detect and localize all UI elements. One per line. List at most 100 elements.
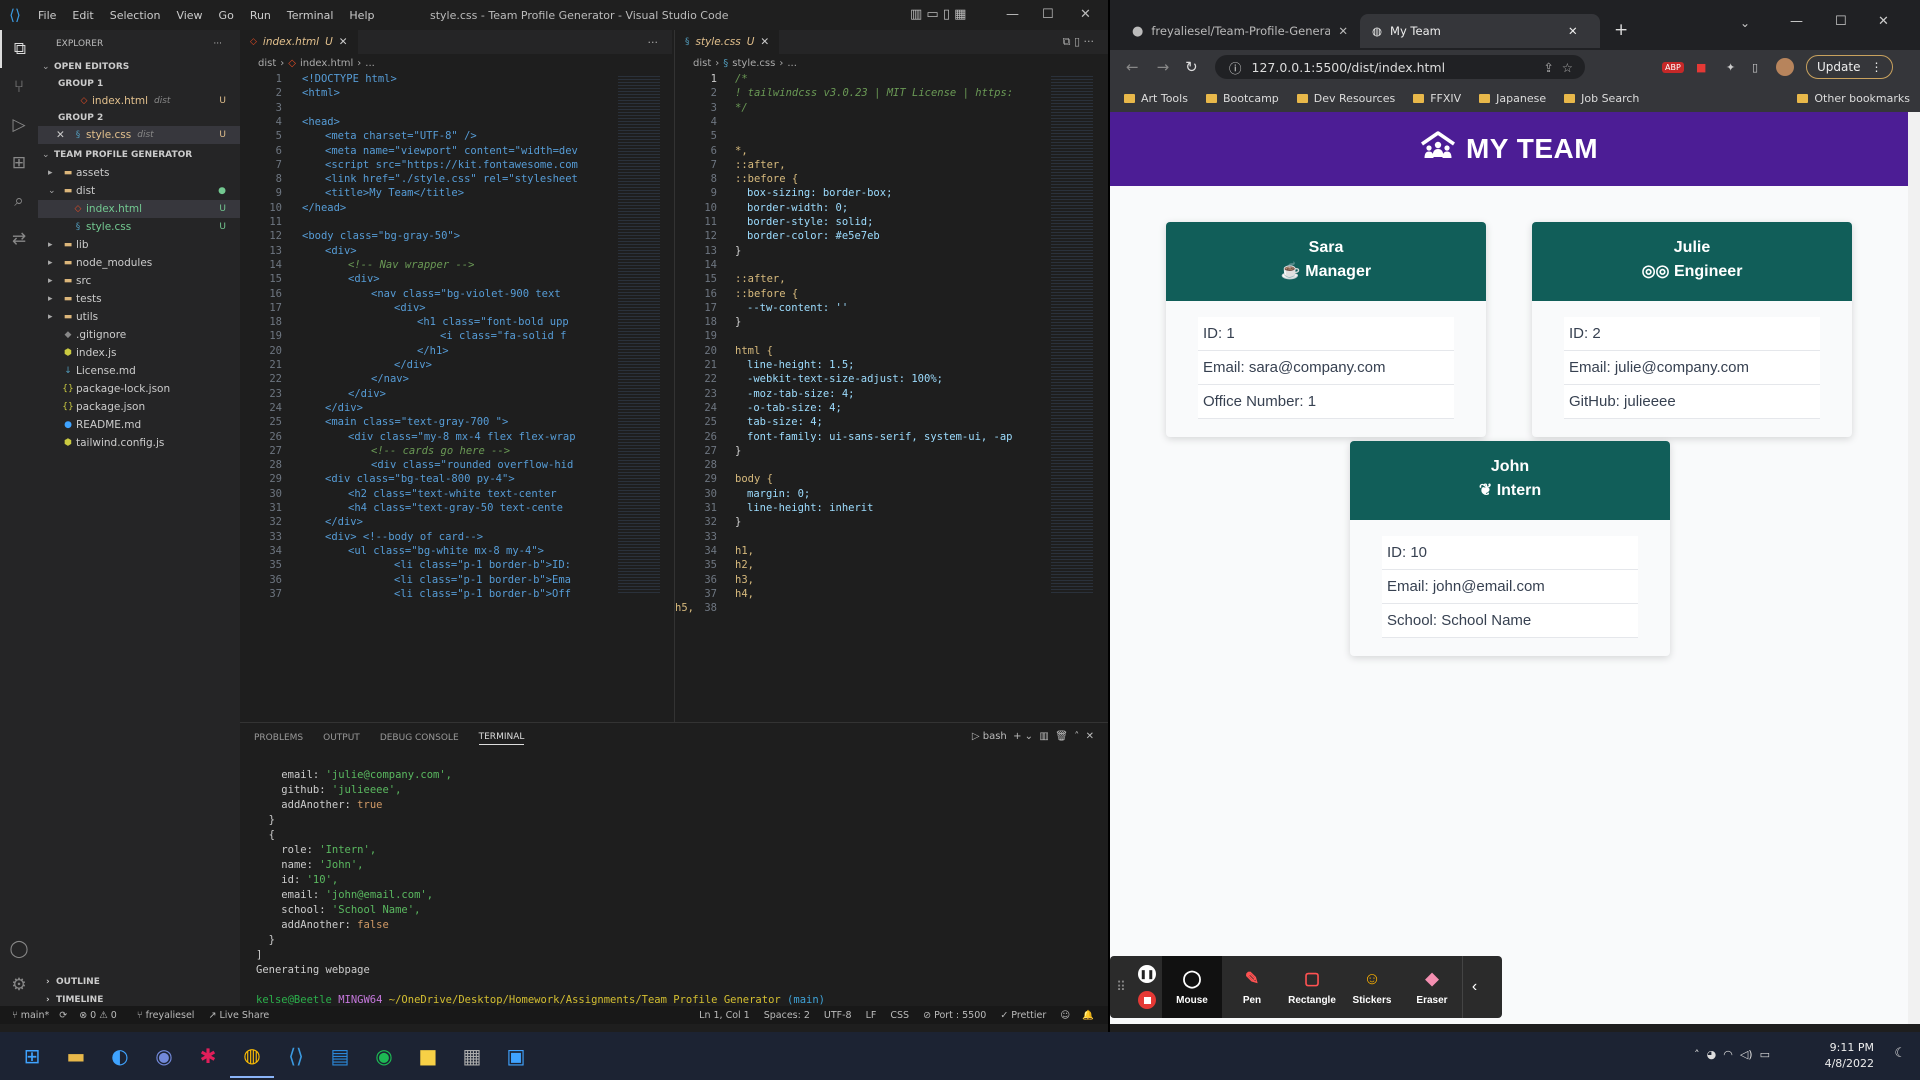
breadcrumb-item[interactable]: ...	[787, 58, 797, 69]
tree-item[interactable]: ⬢ tailwind.config.js	[38, 434, 240, 452]
menu-item[interactable]: Run	[250, 9, 271, 22]
breadcrumb-item[interactable]: index.html	[300, 58, 353, 69]
close-tab-icon[interactable]: ✕	[760, 36, 769, 48]
windows-start-icon[interactable]: ⊞	[10, 1034, 54, 1078]
page-scrollbar[interactable]	[1908, 112, 1920, 1024]
vscode-icon[interactable]: ⟨⟩	[274, 1034, 318, 1078]
eol-status[interactable]: LF	[866, 1010, 877, 1021]
bookmark-folder[interactable]: Japanese	[1479, 92, 1546, 105]
recorder-tool[interactable]: ◆ Eraser	[1402, 956, 1462, 1018]
extensions-icon[interactable]: ⊞	[0, 144, 38, 182]
share-bookmark-icons[interactable]: ⇪ ☆	[1543, 60, 1573, 75]
site-info-icon[interactable]: ⓘ	[1229, 58, 1242, 77]
update-button[interactable]: Update ⋮	[1806, 55, 1894, 79]
clock[interactable]: 9:11 PM 4/8/2022	[1825, 1040, 1874, 1072]
tree-item[interactable]: ◇ index.html U	[38, 200, 240, 218]
open-editor-index-html[interactable]: ◇ index.html dist U	[38, 92, 240, 110]
bookmark-folder[interactable]: Job Search	[1564, 92, 1639, 105]
layout-toggle-icon[interactable]: ▥ ▭ ▯ ▦	[910, 7, 966, 22]
spotify-icon[interactable]: ◉	[362, 1034, 406, 1078]
css-code-editor[interactable]: 1 /* 2 ! tailwindcss v3.0.23 | MIT License …	[675, 72, 1108, 720]
forward-icon[interactable]: →	[1157, 58, 1170, 76]
liveshare-status[interactable]: ↗ Live Share	[208, 1010, 269, 1021]
account-status[interactable]: ⑂ freyaliesel	[137, 1010, 195, 1021]
tree-item[interactable]: ↓ License.md	[38, 362, 240, 380]
file-explorer-icon[interactable]: ▬	[54, 1034, 98, 1078]
bookmark-folder[interactable]: Art Tools	[1124, 92, 1188, 105]
extension-icon[interactable]: ■	[1696, 61, 1706, 74]
sticky-notes-icon[interactable]: ■	[406, 1034, 450, 1078]
bookmark-folder[interactable]: FFXIV	[1413, 92, 1461, 105]
panel-tab[interactable]: PROBLEMS	[254, 733, 303, 743]
encoding-status[interactable]: UTF-8	[824, 1010, 852, 1021]
close-tab-icon[interactable]: ✕	[1338, 24, 1348, 38]
adblock-icon[interactable]: ABP	[1662, 61, 1684, 73]
slack-icon[interactable]: ✱	[186, 1034, 230, 1078]
menu-item[interactable]: Help	[349, 9, 374, 22]
port-status[interactable]: ⊘ Port : 5500	[923, 1010, 986, 1021]
more-actions-icon[interactable]: ···	[648, 36, 659, 49]
open-editor-style-css[interactable]: ✕ § style.css dist U	[38, 126, 240, 144]
pause-icon[interactable]: ❚❚	[1138, 965, 1156, 983]
menu-item[interactable]: Go	[219, 9, 234, 22]
panel-tab[interactable]: TERMINAL	[478, 732, 525, 745]
tab-index-html[interactable]: ◇ index.html U ✕	[240, 30, 358, 54]
browser-tab-github[interactable]: ● freyaliesel/Team-Profile-Generato ✕	[1120, 14, 1360, 48]
menu-item[interactable]: Selection	[110, 9, 161, 22]
menu-item[interactable]: Terminal	[287, 9, 334, 22]
panel-tab[interactable]: DEBUG CONSOLE	[380, 733, 459, 743]
breadcrumb-item[interactable]: dist	[693, 58, 711, 69]
open-editors-section[interactable]: ⌄ OPEN EDITORS	[38, 58, 240, 76]
recorder-tool[interactable]: ◯ Mouse	[1162, 956, 1222, 1018]
collapse-chevron-icon[interactable]: ‹	[1462, 956, 1486, 1018]
stop-icon[interactable]	[1138, 991, 1156, 1009]
menu-item[interactable]: File	[38, 9, 56, 22]
breadcrumb-item[interactable]: ...	[365, 58, 375, 69]
feedback-icon[interactable]: ☺	[1060, 1010, 1070, 1021]
tree-item[interactable]: {} package.json	[38, 398, 240, 416]
browser-tab-myteam[interactable]: ◍ My Team ✕	[1360, 14, 1600, 48]
notification-icon[interactable]: ☾	[1894, 1046, 1906, 1061]
minimize-icon[interactable]: —	[1006, 7, 1019, 22]
menu-item[interactable]: View	[176, 9, 202, 22]
close-icon[interactable]: ✕	[1080, 7, 1091, 22]
tree-item[interactable]: ▸ ▬ assets	[38, 164, 240, 182]
notifications-icon[interactable]: 🔔	[1082, 1010, 1094, 1021]
search-icon[interactable]: ⌕	[0, 182, 38, 220]
panel-tab[interactable]: OUTPUT	[323, 733, 360, 743]
settings-gear-icon[interactable]: ⚙	[0, 966, 38, 1004]
close-icon[interactable]: ✕	[1878, 14, 1889, 29]
breadcrumb-item[interactable]: dist	[258, 58, 276, 69]
more-actions-icon[interactable]: ···	[213, 39, 222, 49]
cursor-position[interactable]: Ln 1, Col 1	[699, 1010, 750, 1021]
tab-search-icon[interactable]: ⌄	[1740, 16, 1750, 30]
back-icon[interactable]: ←	[1126, 58, 1139, 76]
chrome-menu-icon[interactable]: ⋮	[1870, 60, 1882, 74]
minimize-icon[interactable]: —	[1790, 14, 1803, 29]
tree-item[interactable]: ▸ ▬ utils	[38, 308, 240, 326]
explorer-icon[interactable]: ⧉	[0, 30, 38, 68]
notepad-icon[interactable]: ▤	[318, 1034, 362, 1078]
breadcrumb-item[interactable]: style.css	[732, 58, 775, 69]
problems-status[interactable]: ⊗ 0 ⚠ 0	[79, 1010, 117, 1021]
remote-icon[interactable]: ⇄	[0, 220, 38, 258]
account-icon[interactable]: ◯	[0, 930, 38, 968]
run-debug-icon[interactable]: ▷	[0, 106, 38, 144]
sync-icon[interactable]: ⟳	[59, 1010, 67, 1021]
chrome-icon[interactable]: ◍	[230, 1034, 274, 1078]
extensions-puzzle-icon[interactable]: ✦	[1726, 61, 1735, 74]
recorder-tool[interactable]: ☺ Stickers	[1342, 956, 1402, 1018]
menu-item[interactable]: Edit	[72, 9, 93, 22]
prettier-status[interactable]: ✓ Prettier	[1000, 1010, 1046, 1021]
tree-item[interactable]: ● README.md	[38, 416, 240, 434]
minimap[interactable]	[618, 74, 660, 594]
editor-actions-icon[interactable]: ⧉ ▯ ···	[1063, 35, 1094, 49]
profile-avatar[interactable]	[1776, 58, 1794, 76]
tree-item[interactable]: ◆ .gitignore	[38, 326, 240, 344]
other-bookmarks[interactable]: Other bookmarks	[1797, 92, 1910, 105]
tree-item[interactable]: ▸ ▬ node_modules	[38, 254, 240, 272]
discord-icon[interactable]: ◉	[142, 1034, 186, 1078]
project-section[interactable]: ⌄ TEAM PROFILE GENERATOR	[38, 146, 240, 164]
tree-item[interactable]: {} package-lock.json	[38, 380, 240, 398]
tree-item[interactable]: ⬢ index.js	[38, 344, 240, 362]
